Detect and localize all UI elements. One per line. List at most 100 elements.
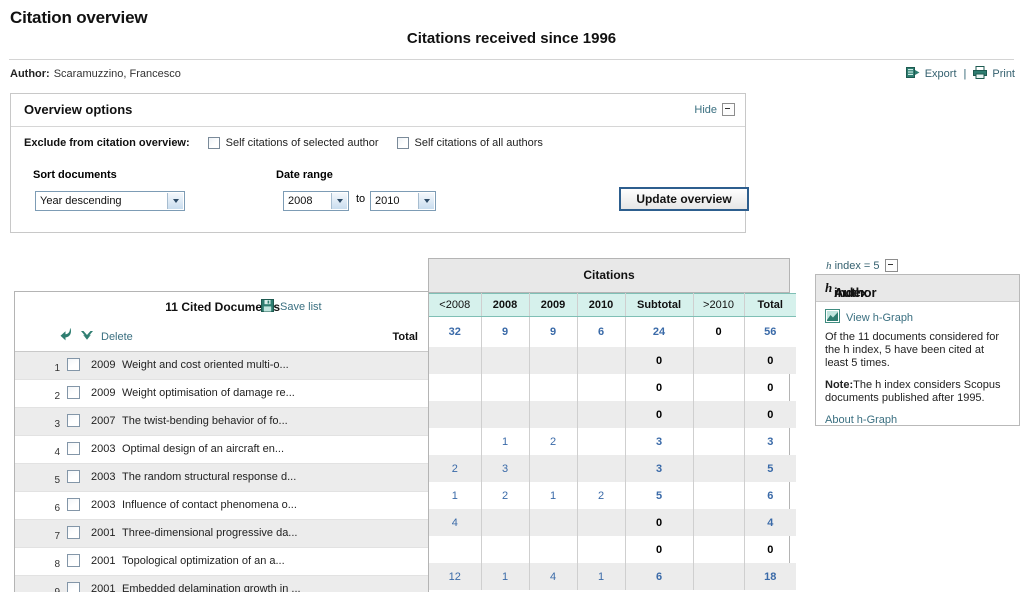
document-row[interactable]: 2 2009 Weight optimisation of damage re... [15, 380, 428, 408]
citations-cell[interactable]: 4 [429, 509, 482, 536]
date-from-select[interactable]: 2008 [283, 191, 349, 211]
citations-cell[interactable]: 2 [529, 428, 578, 455]
citations-cell[interactable]: 4 [529, 563, 578, 590]
citations-cell[interactable]: 5 [744, 455, 796, 482]
update-overview-button[interactable]: Update overview [619, 187, 749, 211]
citation-overview-page: Citation overview Citations received sin… [0, 0, 1023, 592]
document-row-title[interactable]: Optimal design of an aircraft en... [122, 443, 284, 455]
document-row-title[interactable]: Topological optimization of an a... [122, 555, 285, 567]
curved-arrow-down-icon[interactable] [59, 327, 73, 346]
double-chevron-down-icon[interactable] [80, 329, 94, 344]
citations-cell[interactable]: 6 [625, 563, 694, 590]
document-row[interactable]: 7 2001 Three-dimensional progressive da... [15, 520, 428, 548]
document-row-title[interactable]: Three-dimensional progressive da... [122, 527, 297, 539]
citations-cell[interactable]: 3 [625, 428, 694, 455]
citations-cell[interactable]: 1 [481, 563, 530, 590]
document-row-checkbox[interactable] [67, 442, 80, 455]
citations-cell[interactable]: 4 [744, 509, 796, 536]
citations-cell[interactable]: 0 [744, 536, 796, 563]
citations-cell[interactable]: 0 [744, 401, 796, 428]
citations-cell[interactable]: 0 [625, 374, 694, 401]
citations-cell[interactable]: 3 [481, 455, 530, 482]
document-row-title[interactable]: Weight optimisation of damage re... [122, 387, 295, 399]
citations-cell[interactable]: 0 [625, 509, 694, 536]
citations-cell[interactable]: 0 [625, 347, 694, 374]
document-row-checkbox[interactable] [67, 498, 80, 511]
document-row-number: 2 [54, 391, 60, 402]
self-citations-all-authors-checkbox[interactable] [396, 137, 409, 149]
document-row[interactable]: 3 2007 The twist-bending behavior of fo... [15, 408, 428, 436]
export-link[interactable]: Export [925, 68, 957, 80]
document-row[interactable]: 9 2001 Embedded delamination growth in ... [15, 576, 428, 592]
citations-cell[interactable]: 0 [625, 536, 694, 563]
citations-cell[interactable]: 1 [429, 482, 482, 509]
document-row[interactable]: 6 2003 Influence of contact phenomena o... [15, 492, 428, 520]
date-from-value: 2008 [288, 195, 313, 207]
citations-cell[interactable]: 2 [429, 455, 482, 482]
document-row[interactable]: 5 2003 The random structural response d... [15, 464, 428, 492]
print-link[interactable]: Print [992, 68, 1015, 80]
save-list-link[interactable]: Save list [280, 301, 322, 313]
document-row[interactable]: 8 2001 Topological optimization of an a... [15, 548, 428, 576]
document-row-title[interactable]: Influence of contact phenomena o... [122, 499, 297, 511]
citations-cell[interactable]: 0 [744, 347, 796, 374]
citations-cell[interactable]: 18 [744, 563, 796, 590]
overview-options-header: Overview options Hide [11, 94, 745, 127]
collapse-minus-icon[interactable] [722, 103, 735, 116]
citations-cell[interactable]: 0 [744, 374, 796, 401]
self-citations-selected-author-checkbox[interactable] [207, 137, 220, 149]
view-h-graph-link[interactable]: View h-Graph [846, 312, 913, 324]
hide-options-link[interactable]: Hide [694, 103, 735, 116]
document-row-checkbox[interactable] [67, 386, 80, 399]
citations-cell [693, 536, 745, 563]
date-to-chevron-down-icon[interactable] [418, 193, 434, 209]
citations-total-cell[interactable]: 24 [625, 316, 694, 347]
citations-cell[interactable]: 2 [481, 482, 530, 509]
document-row-title[interactable]: Embedded delamination growth in ... [122, 583, 301, 592]
sort-chevron-down-icon[interactable] [167, 193, 183, 209]
citations-cell[interactable]: 1 [481, 428, 530, 455]
citations-cell[interactable]: 3 [744, 428, 796, 455]
citations-cell[interactable]: 3 [625, 455, 694, 482]
citations-total-cell[interactable]: 32 [429, 316, 482, 347]
citations-total-cell[interactable]: 9 [529, 316, 578, 347]
citations-cell [481, 401, 530, 428]
document-row-title[interactable]: The random structural response d... [122, 471, 296, 483]
document-row-checkbox[interactable] [67, 554, 80, 567]
citations-cell[interactable]: 0 [625, 401, 694, 428]
citations-total-cell[interactable]: 6 [577, 316, 626, 347]
date-from-chevron-down-icon[interactable] [331, 193, 347, 209]
citations-column-header: 2009 [529, 293, 578, 317]
document-row[interactable]: 4 2003 Optimal design of an aircraft en... [15, 436, 428, 464]
delete-link[interactable]: Delete [101, 331, 133, 343]
document-row-checkbox[interactable] [67, 582, 80, 592]
self-citations-all-authors-option[interactable]: Self citations of all authors [396, 137, 543, 149]
document-row-checkbox[interactable] [67, 470, 80, 483]
citations-cell[interactable]: 6 [744, 482, 796, 509]
citations-total-cell[interactable]: 9 [481, 316, 530, 347]
delete-action[interactable]: Delete [59, 327, 133, 346]
document-row-number: 6 [54, 503, 60, 514]
date-to-select[interactable]: 2010 [370, 191, 436, 211]
self-citations-selected-author-option[interactable]: Self citations of selected author [207, 137, 379, 149]
citations-total-cell[interactable]: 0 [693, 316, 745, 347]
citations-total-cell[interactable]: 56 [744, 316, 796, 347]
about-h-graph-link[interactable]: About h-Graph [825, 414, 897, 426]
h-index-collapse-minus-icon[interactable] [884, 259, 898, 272]
save-list-action[interactable]: Save list [261, 299, 322, 315]
citations-cell[interactable]: 5 [625, 482, 694, 509]
view-h-graph-action[interactable]: View h-Graph [825, 309, 1010, 326]
document-row-checkbox[interactable] [67, 526, 80, 539]
document-row[interactable]: 1 2009 Weight and cost oriented multi-o... [15, 352, 428, 380]
citations-cell[interactable]: 2 [577, 482, 626, 509]
document-row-checkbox[interactable] [67, 414, 80, 427]
sort-documents-select[interactable]: Year descending [35, 191, 185, 211]
document-row-checkbox[interactable] [67, 358, 80, 371]
document-row-title[interactable]: Weight and cost oriented multi-o... [122, 359, 289, 371]
h-index-summary[interactable]: h index = 5 [826, 259, 898, 272]
overview-options-title: Overview options [24, 102, 133, 117]
document-row-title[interactable]: The twist-bending behavior of fo... [122, 415, 288, 427]
citations-cell[interactable]: 1 [577, 563, 626, 590]
citations-cell[interactable]: 1 [529, 482, 578, 509]
citations-cell[interactable]: 12 [429, 563, 482, 590]
